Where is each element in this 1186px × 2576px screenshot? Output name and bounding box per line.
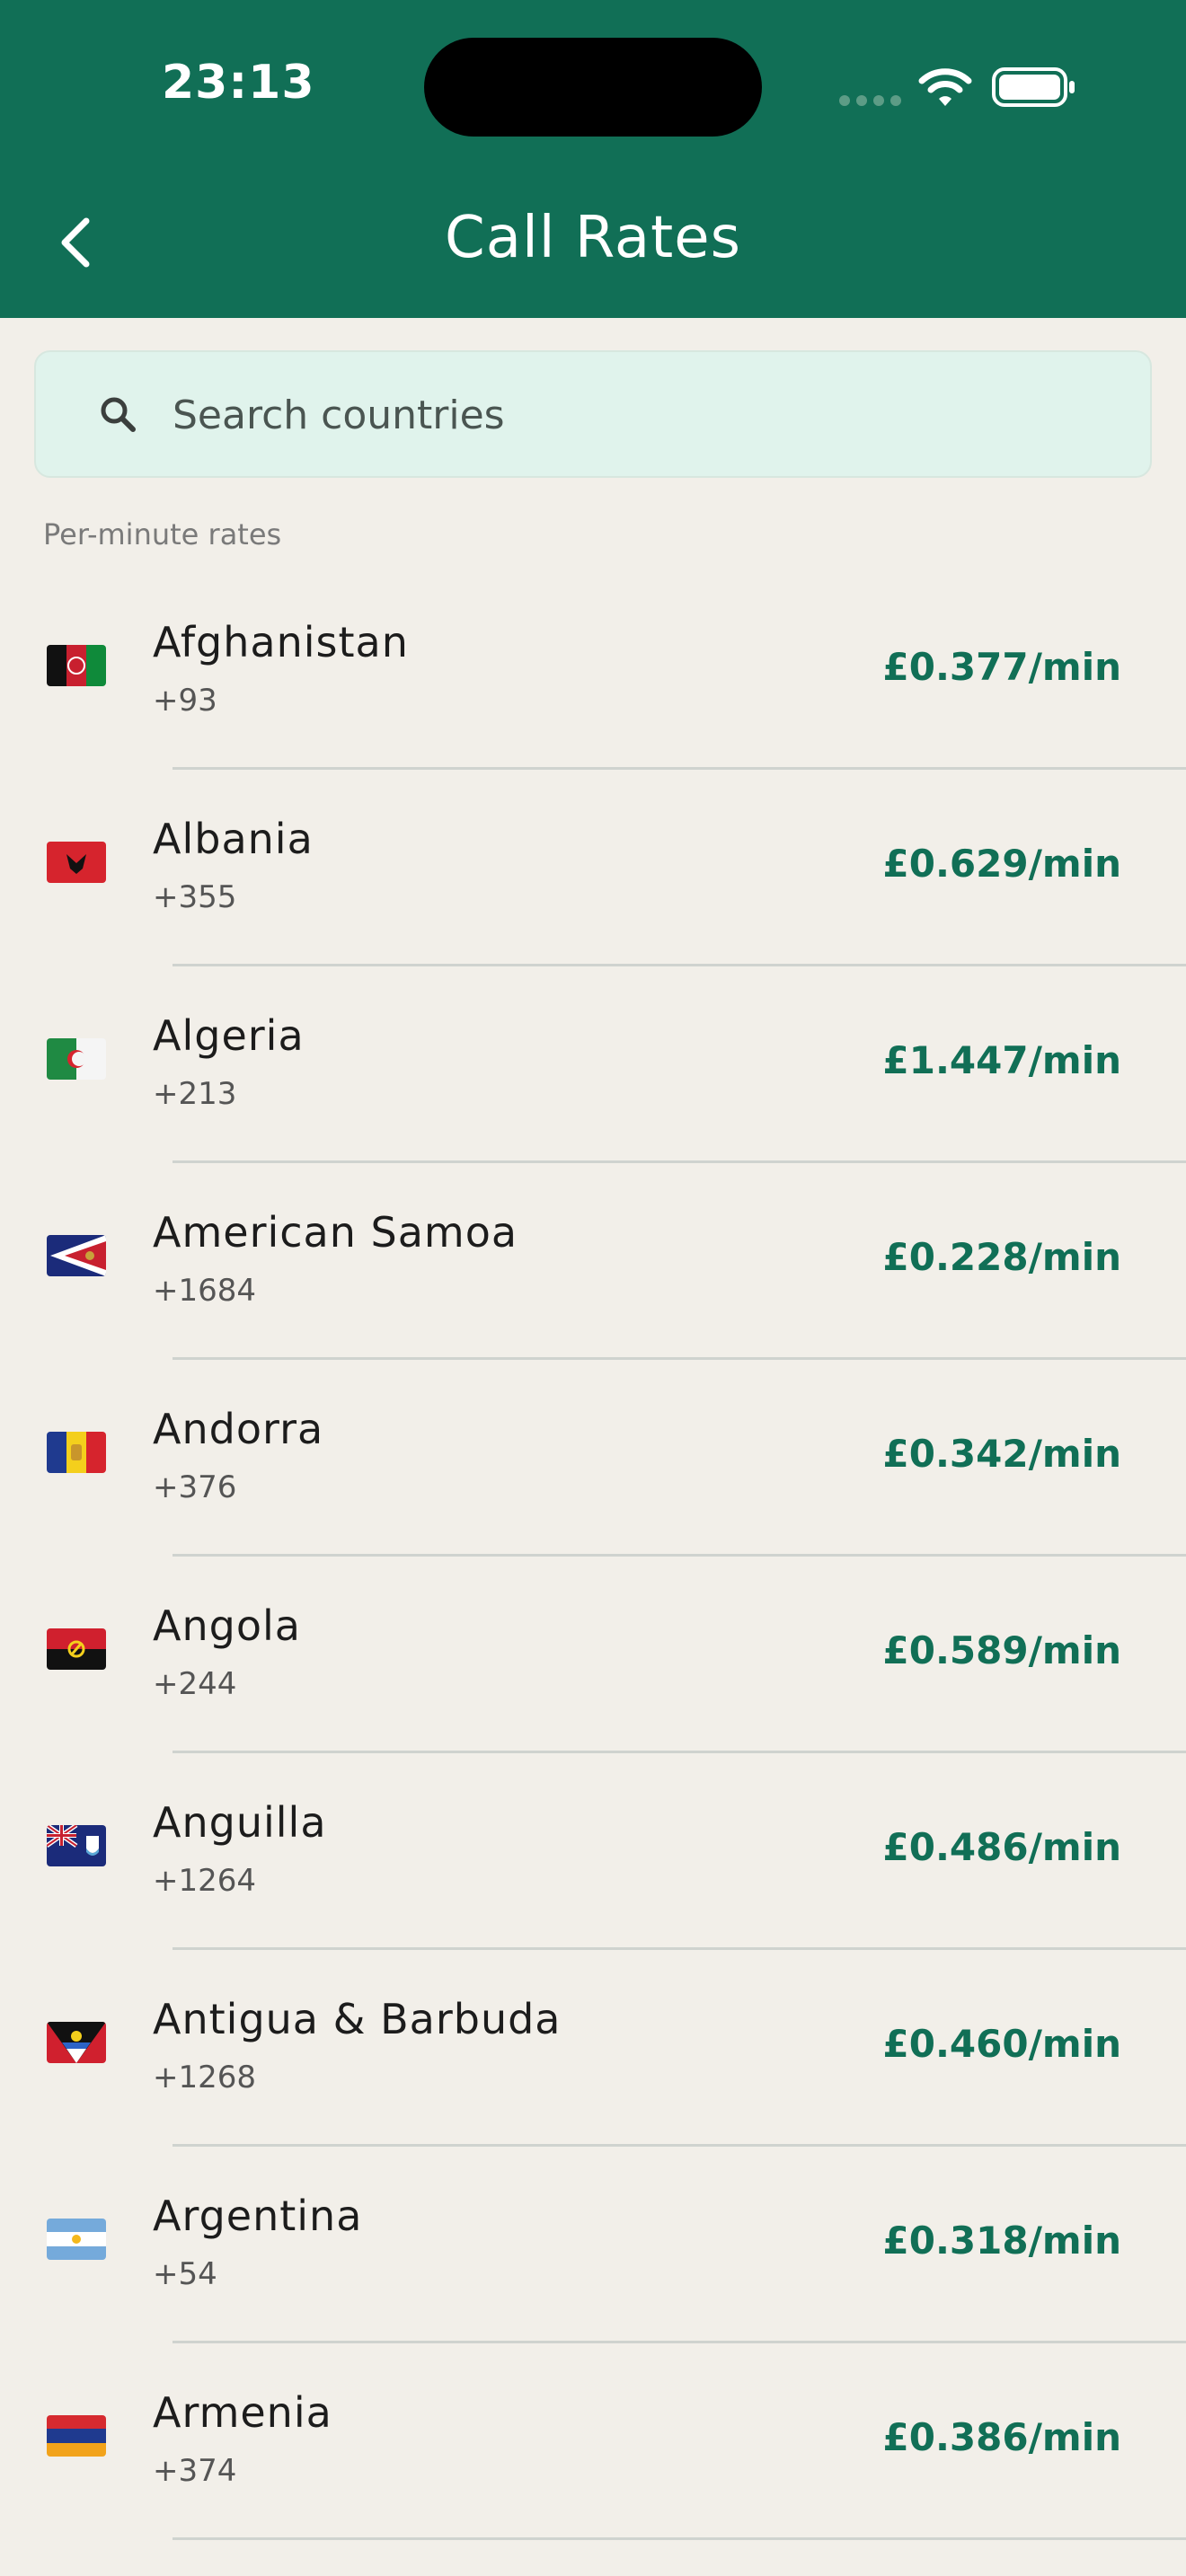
dial-code: +244 [153,1666,237,1702]
country-name: Albania [153,815,314,863]
american-samoa-flag-icon [47,1235,106,1276]
country-name: Afghanistan [153,618,409,666]
country-row-afghanistan[interactable]: Afghanistan +93 £0.377/min [0,573,1186,770]
section-label: Per-minute rates [43,517,282,551]
albania-flag-icon [47,842,106,883]
angola-flag-icon [47,1628,106,1670]
country-row-albania[interactable]: Albania +355 £0.629/min [0,770,1186,966]
rate-value: £1.447/min [882,1038,1121,1082]
rate-value: £0.386/min [882,2415,1121,2459]
country-name: Algeria [153,1011,305,1060]
country-row-american-samoa[interactable]: American Samoa +1684 £0.228/min [0,1163,1186,1360]
dial-code: +1264 [153,1863,257,1899]
country-rate-list: Afghanistan +93 £0.377/min Albania +355 … [0,573,1186,2540]
algeria-flag-icon [47,1038,106,1080]
wifi-icon [918,68,972,106]
dial-code: +1684 [153,1273,257,1309]
country-row-angola[interactable]: Angola +244 £0.589/min [0,1557,1186,1753]
country-row-andorra[interactable]: Andorra +376 £0.342/min [0,1360,1186,1557]
dial-code: +213 [153,1076,237,1112]
app-header: 23:13 Call Rates [0,0,1186,318]
dial-code: +355 [153,879,237,915]
dynamic-island [424,38,762,137]
andorra-flag-icon [47,1432,106,1473]
antigua-barbuda-flag-icon [47,2022,106,2063]
armenia-flag-icon [47,2415,106,2457]
rate-value: £0.486/min [882,1825,1121,1869]
country-name: Andorra [153,1405,324,1453]
country-row-algeria[interactable]: Algeria +213 £1.447/min [0,966,1186,1163]
country-name: American Samoa [153,1208,518,1257]
country-name: Argentina [153,2192,363,2240]
country-row-anguilla[interactable]: Anguilla +1264 £0.486/min [0,1753,1186,1950]
dial-code: +54 [153,2256,217,2292]
battery-icon [992,67,1075,107]
rate-value: £0.629/min [882,842,1121,886]
rate-value: £0.228/min [882,1235,1121,1279]
dial-code: +374 [153,2453,237,2489]
dial-code: +376 [153,1469,237,1505]
cellular-signal-icon [839,92,902,106]
dial-code: +93 [153,683,217,719]
argentina-flag-icon [47,2219,106,2260]
rate-value: £0.377/min [882,645,1121,689]
status-time: 23:13 [162,56,315,110]
country-row-argentina[interactable]: Argentina +54 £0.318/min [0,2147,1186,2343]
country-row-antigua-barbuda[interactable]: Antigua & Barbuda +1268 £0.460/min [0,1950,1186,2147]
rate-value: £0.342/min [882,1432,1121,1476]
page-title: Call Rates [445,205,741,271]
call-rates-screen: 23:13 Call Rates Per-minute rates [0,0,1186,2576]
rate-value: £0.460/min [882,2022,1121,2066]
afghanistan-flag-icon [47,645,106,686]
rate-value: £0.318/min [882,2219,1121,2263]
search-icon [101,397,136,432]
search-input[interactable] [173,379,1125,451]
country-name: Antigua & Barbuda [153,1995,562,2043]
dial-code: +1268 [153,2060,257,2095]
anguilla-flag-icon [47,1825,106,1866]
rate-value: £0.589/min [882,1628,1121,1672]
search-bar[interactable] [34,350,1152,478]
country-name: Angola [153,1601,301,1650]
country-name: Armenia [153,2388,332,2437]
country-row-armenia[interactable]: Armenia +374 £0.386/min [0,2343,1186,2540]
country-name: Anguilla [153,1798,327,1847]
